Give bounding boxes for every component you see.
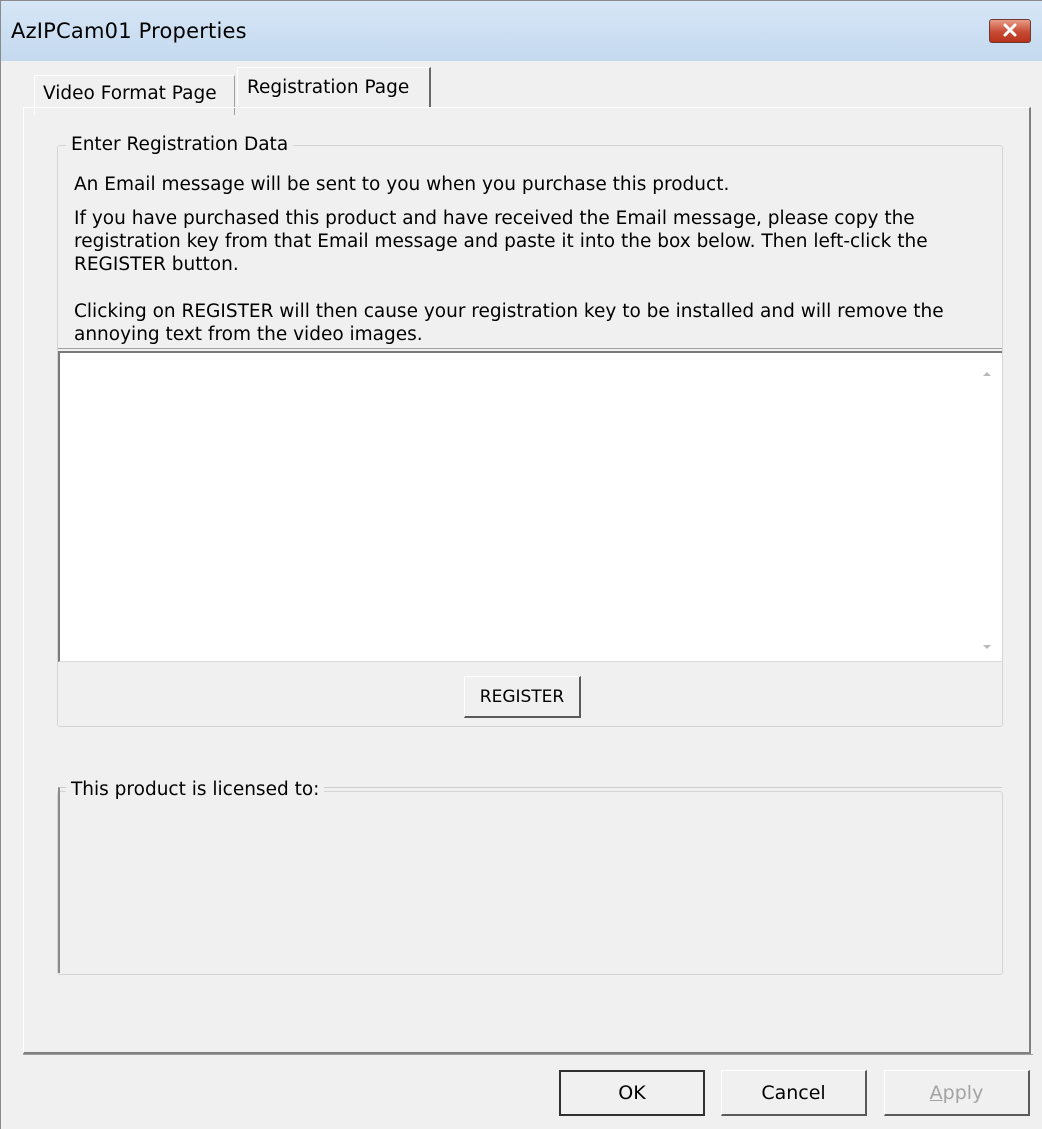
- info-paragraph-copy-key: If you have purchased this product and h…: [74, 208, 928, 275]
- close-button[interactable]: [989, 19, 1031, 43]
- registration-group-title: Enter Registration Data: [66, 134, 294, 155]
- register-button[interactable]: REGISTER: [464, 676, 581, 718]
- window-title: AzIPCam01 Properties: [11, 19, 247, 43]
- licensee-display: [58, 787, 1002, 973]
- tab-registration-label: Registration Page: [247, 77, 410, 98]
- close-x-icon: [1002, 22, 1018, 41]
- properties-dialog: AzIPCam01 Properties Video Format Page R…: [0, 0, 1042, 1129]
- info-paragraph-register-effect: Clicking on REGISTER will then cause you…: [74, 301, 944, 345]
- title-bar[interactable]: AzIPCam01 Properties: [1, 1, 1042, 61]
- tab-video-format-label: Video Format Page: [43, 83, 217, 104]
- tab-registration[interactable]: Registration Page: [237, 67, 431, 107]
- ok-button[interactable]: OK: [559, 1070, 705, 1116]
- scroll-down-arrow-icon[interactable]: [979, 641, 995, 653]
- apply-button-label: Apply: [929, 1081, 984, 1104]
- apply-button[interactable]: Apply: [884, 1070, 1030, 1116]
- license-group-title: This product is licensed to:: [66, 779, 325, 800]
- footer-divider: [23, 1054, 1033, 1055]
- info-paragraph-email: An Email message will be sent to you whe…: [74, 174, 730, 195]
- registration-divider: [58, 348, 1002, 349]
- registration-key-input[interactable]: [58, 351, 1002, 662]
- cancel-button[interactable]: Cancel: [721, 1070, 867, 1116]
- scroll-up-arrow-icon[interactable]: [979, 368, 995, 380]
